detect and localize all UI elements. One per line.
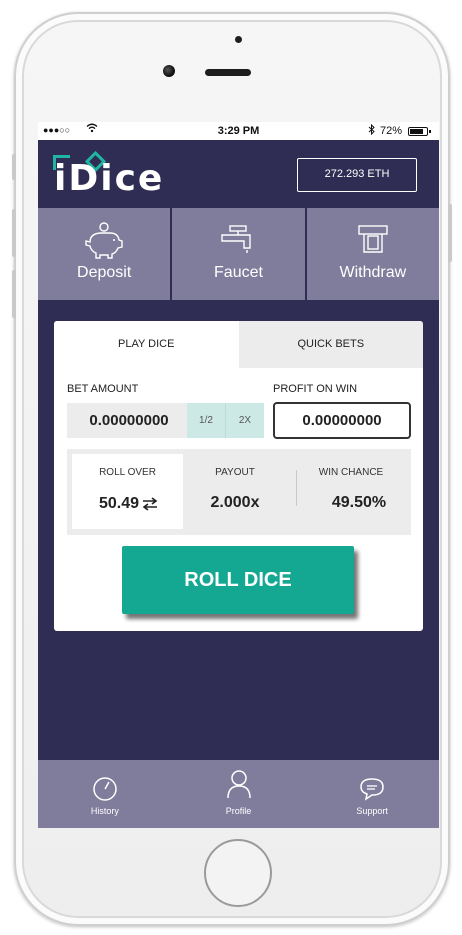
double-bet-button[interactable]: 2X — [226, 403, 264, 438]
profit-on-win-label: PROFIT ON WIN — [273, 383, 358, 395]
roll-over-box[interactable]: ROLL OVER 50.49 — [72, 454, 183, 529]
bet-stats-panel: ROLL OVER 50.49 PAYOUT 2.000x WIN CHANCE… — [67, 449, 411, 535]
app-header: iDice 272.293 ETH — [38, 140, 439, 206]
game-tabs: PLAY DICE QUICK BETS — [54, 321, 423, 368]
withdraw-button[interactable]: Withdraw — [306, 208, 439, 300]
win-chance-label: WIN CHANCE — [318, 467, 384, 478]
faucet-button[interactable]: Faucet — [172, 208, 307, 300]
power-button — [448, 204, 452, 262]
action-bar: Deposit Faucet Withdraw — [38, 208, 439, 300]
proximity-sensor — [235, 36, 242, 43]
battery-icon — [408, 127, 431, 136]
atm-icon — [358, 225, 388, 253]
app-screen: ●●●○○ 3:29 PM 72% iDice 272.293 ETH Depo… — [38, 122, 439, 828]
faucet-label: Faucet — [214, 264, 263, 281]
bet-amount-label: BET AMOUNT — [67, 383, 139, 395]
roll-over-label: ROLL OVER — [99, 467, 156, 478]
tab-quick-bets[interactable]: QUICK BETS — [238, 321, 423, 368]
bet-amount-input[interactable]: 0.00000000 — [67, 403, 187, 438]
chat-bubble-icon — [360, 778, 384, 801]
earpiece-speaker — [205, 69, 251, 76]
tab-play-dice[interactable]: PLAY DICE — [54, 321, 239, 368]
user-icon — [226, 770, 251, 799]
balance-display[interactable]: 272.293 ETH — [297, 158, 417, 192]
status-bar: ●●●○○ 3:29 PM 72% — [38, 122, 439, 140]
bet-amount-field: 0.00000000 1/2 2X — [67, 403, 264, 438]
clock-icon — [93, 777, 117, 801]
bluetooth-icon — [368, 123, 375, 138]
front-camera — [163, 65, 175, 77]
nav-history[interactable]: History — [38, 760, 172, 828]
profit-on-win-field[interactable]: 0.00000000 — [273, 402, 411, 439]
app-logo: iDice — [54, 158, 165, 199]
mute-switch — [12, 154, 16, 180]
play-card: PLAY DICE QUICK BETS BET AMOUNT PROFIT O… — [54, 321, 423, 631]
roll-over-value: 50.49 — [98, 495, 140, 512]
swap-arrows-icon[interactable] — [142, 497, 158, 511]
faucet-icon — [221, 225, 252, 253]
withdraw-label: Withdraw — [339, 264, 407, 281]
volume-down-button — [12, 270, 16, 318]
nav-history-label: History — [90, 806, 119, 816]
piggy-bank-icon — [85, 222, 123, 259]
volume-up-button — [12, 209, 16, 257]
win-chance-value[interactable]: 49.50% — [320, 494, 398, 512]
battery-percent: 72% — [380, 125, 403, 137]
payout-value: 2.000x — [210, 494, 260, 511]
deposit-button[interactable]: Deposit — [38, 208, 173, 300]
nav-support-label: Support — [356, 806, 388, 816]
bottom-nav: History Profile Support — [38, 760, 439, 828]
nav-profile-label: Profile — [225, 806, 252, 816]
home-button[interactable] — [204, 839, 272, 907]
stats-divider — [296, 470, 297, 506]
deposit-label: Deposit — [77, 264, 132, 281]
half-bet-button[interactable]: 1/2 — [187, 403, 226, 438]
payout-label: PAYOUT — [215, 467, 255, 478]
roll-dice-button[interactable]: ROLL DICE — [122, 546, 354, 614]
nav-support[interactable]: Support — [305, 760, 439, 828]
nav-profile[interactable]: Profile — [172, 760, 306, 828]
status-time: 3:29 PM — [217, 125, 260, 137]
